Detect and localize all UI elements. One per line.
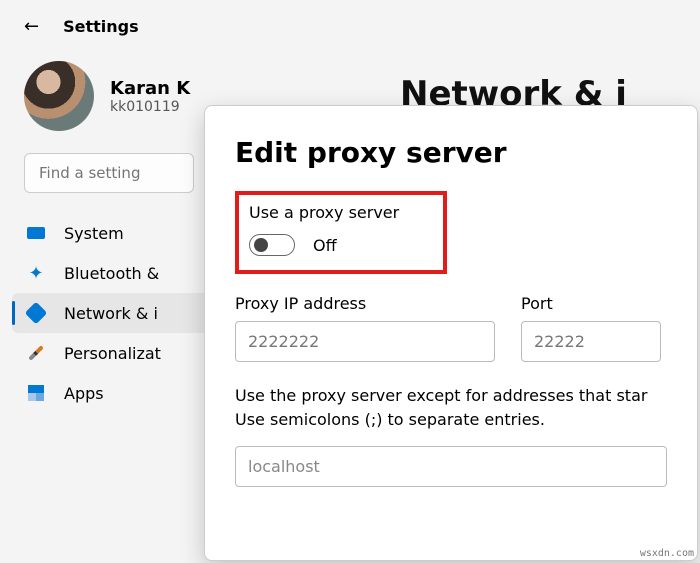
ip-field-col: Proxy IP address	[235, 294, 495, 362]
use-proxy-toggle[interactable]	[249, 234, 295, 256]
watermark: wsxdn.com	[640, 548, 694, 559]
sidebar-item-label: Bluetooth &	[64, 264, 159, 283]
back-arrow-icon[interactable]: ←	[24, 16, 39, 37]
avatar	[24, 61, 94, 131]
help-line2: Use semicolons (;) to separate entries.	[235, 410, 545, 429]
toggle-state-label: Off	[313, 236, 337, 255]
proxy-ip-input[interactable]	[235, 321, 495, 362]
port-label: Port	[521, 294, 661, 313]
proxy-port-input[interactable]	[521, 321, 661, 362]
dialog-title: Edit proxy server	[235, 136, 667, 169]
search-input[interactable]	[24, 153, 194, 193]
apps-icon	[26, 383, 46, 403]
sidebar-item-label: Apps	[64, 384, 104, 403]
highlighted-toggle-section: Use a proxy server Off	[235, 191, 447, 274]
use-proxy-label: Use a proxy server	[249, 203, 433, 222]
toggle-row: Off	[249, 234, 433, 256]
exceptions-help-text: Use the proxy server except for addresse…	[235, 384, 667, 432]
user-email: kk010119	[110, 99, 190, 115]
toggle-knob-icon	[254, 238, 268, 252]
system-icon	[26, 223, 46, 243]
ip-label: Proxy IP address	[235, 294, 495, 313]
sidebar-item-label: System	[64, 224, 124, 243]
brush-icon	[26, 343, 46, 363]
proxy-fields-row: Proxy IP address Port	[235, 294, 667, 362]
edit-proxy-dialog: Edit proxy server Use a proxy server Off…	[204, 105, 698, 561]
bluetooth-icon: ✦	[26, 263, 46, 283]
exceptions-input[interactable]	[235, 446, 667, 487]
help-line1: Use the proxy server except for addresse…	[235, 386, 647, 405]
header-title: Settings	[63, 17, 139, 36]
user-name: Karan K	[110, 78, 190, 99]
sidebar-item-label: Network & i	[64, 304, 158, 323]
port-field-col: Port	[521, 294, 661, 362]
sidebar-item-label: Personalizat	[64, 344, 161, 363]
user-text: Karan K kk010119	[110, 78, 190, 115]
header-bar: ← Settings	[0, 0, 700, 49]
wifi-icon	[26, 303, 46, 323]
